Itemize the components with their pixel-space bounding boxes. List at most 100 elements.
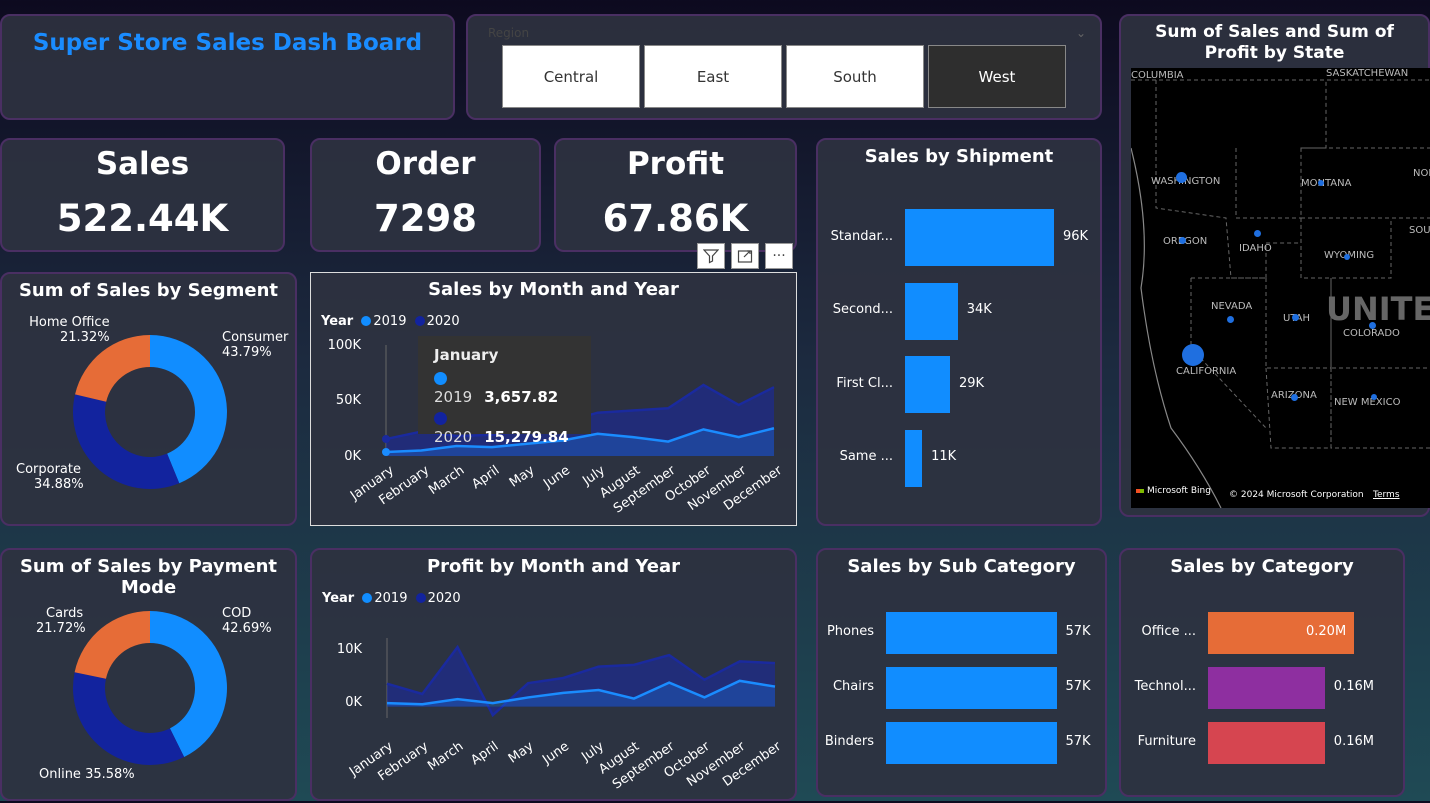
map-bubble[interactable] xyxy=(1254,230,1261,237)
payment-label-cod: COD 42.69% xyxy=(222,606,272,636)
region-south-button[interactable]: South xyxy=(786,45,924,108)
bar-category-label: Binders xyxy=(824,734,874,749)
bar[interactable] xyxy=(905,209,1054,266)
bar-value-label: 57K xyxy=(1065,734,1091,749)
more-options-icon[interactable]: ··· xyxy=(765,243,793,269)
bar-value-label: 57K xyxy=(1065,679,1091,694)
map-title: Sum of Sales and Sum of Profit by State xyxy=(1155,22,1394,63)
map-label: IDAHO xyxy=(1239,243,1272,254)
hover-point-2020[interactable] xyxy=(382,435,390,443)
bar-value-label: 0.16M xyxy=(1333,679,1374,694)
map-bubble[interactable] xyxy=(1182,344,1204,366)
map-terms-link[interactable]: Terms xyxy=(1373,490,1400,500)
shipment-title: Sales by Shipment xyxy=(864,146,1054,167)
bing-logo: Microsoft Bing xyxy=(1136,486,1211,496)
bar-value-label: 11K xyxy=(931,449,957,464)
payment-card: Sum of Sales by Payment Mode COD 42.69% C… xyxy=(0,548,297,801)
bar-category-label: Office ... xyxy=(1141,624,1196,639)
map-borders xyxy=(1131,79,1430,508)
sales-month-card: Sales by Month and Year Year 2019 2020 1… xyxy=(310,272,797,526)
tooltip-row-2020: 2020 15,279.84 xyxy=(434,410,575,446)
donut-slice-online[interactable] xyxy=(72,672,185,765)
bar-value-label: 96K xyxy=(1063,228,1089,244)
region-west-button[interactable]: West xyxy=(928,45,1066,108)
subcat-title: Sales by Sub Category xyxy=(847,556,1076,577)
bar-value-label: 29K xyxy=(959,375,985,391)
bar-category-label: Furniture xyxy=(1137,734,1196,749)
map-label: MONTANA xyxy=(1301,178,1352,189)
bar[interactable] xyxy=(905,282,958,340)
payment-label-online: Online 35.58% xyxy=(39,767,135,782)
map-label: CALIFORNIA xyxy=(1176,366,1237,377)
payment-label-cards: Cards 21.72% xyxy=(36,606,86,636)
shipment-card: Sales by Shipment Standar... 96K Second...… xyxy=(816,138,1102,526)
bar-category-label: Phones xyxy=(826,624,874,639)
map-label: NORT xyxy=(1413,168,1430,179)
map-label: SASKATCHEWAN xyxy=(1326,68,1409,79)
tooltip-row-2019: 2019 3,657.82 xyxy=(434,370,575,406)
map-bubble[interactable] xyxy=(1291,394,1298,401)
bar-category-label: First Cl... xyxy=(836,375,893,391)
map-bubble[interactable] xyxy=(1292,314,1299,321)
map-label: NEW MEXICO xyxy=(1334,397,1401,408)
region-slicer: Region ⌄ Central East South West xyxy=(466,14,1102,120)
bar[interactable] xyxy=(886,667,1057,709)
map-label: SOUT xyxy=(1409,225,1430,236)
map-label: NEVADA xyxy=(1211,301,1253,312)
map-bubble[interactable] xyxy=(1176,172,1187,183)
map-bubble[interactable] xyxy=(1227,316,1234,323)
bar-category-label: Second... xyxy=(832,302,893,317)
category-card: Sales by Category Office ... 0.20M Technol… xyxy=(1119,548,1405,797)
bar-category-label: Standar... xyxy=(830,228,893,244)
bar[interactable] xyxy=(1208,722,1325,764)
segment-label-consumer: Consumer 43.79% xyxy=(222,330,289,360)
category-title: Sales by Category xyxy=(1170,556,1354,577)
bar[interactable] xyxy=(886,722,1057,764)
bar[interactable] xyxy=(905,429,923,487)
map-label: COLUMBIA xyxy=(1131,70,1184,81)
kpi-profit-value: 67.86K xyxy=(602,197,749,240)
map-bubble[interactable] xyxy=(1369,322,1376,329)
region-central-button[interactable]: Central xyxy=(502,45,640,108)
title-card: Super Store Sales Dash Board xyxy=(0,14,455,120)
map-bubble[interactable] xyxy=(1344,254,1350,260)
map-copyright: © 2024 Microsoft Corporation xyxy=(1229,490,1364,500)
donut-slice-corporate[interactable] xyxy=(73,394,180,489)
bar-value-label: 57K xyxy=(1065,624,1091,639)
map-bubble[interactable] xyxy=(1179,237,1186,244)
state-map[interactable]: COLUMBIA SASKATCHEWAN WASHINGTON MONTANA… xyxy=(1131,68,1430,508)
map-bubble[interactable] xyxy=(1318,180,1324,186)
slicer-title: Region xyxy=(488,26,530,40)
kpi-profit-label: Profit xyxy=(626,146,725,182)
kpi-order-label: Order xyxy=(375,146,476,182)
bar-category-label: Technol... xyxy=(1134,679,1196,694)
filter-icon[interactable] xyxy=(697,243,725,269)
hover-point-2019[interactable] xyxy=(382,448,390,456)
kpi-sales-value: 522.44K xyxy=(56,197,229,240)
segment-label-home-office: Home Office 21.32% xyxy=(29,315,110,345)
bar[interactable] xyxy=(886,612,1057,654)
map-card: Sum of Sales and Sum of Profit by State … xyxy=(1119,14,1430,517)
bar-category-label: Same ... xyxy=(839,449,893,464)
donut-slice-home-office[interactable] xyxy=(75,335,150,402)
page-title: Super Store Sales Dash Board xyxy=(32,30,423,56)
tooltip-title: January xyxy=(434,346,499,364)
payment-donut xyxy=(72,611,228,765)
map-label: UNITE xyxy=(1326,290,1430,328)
kpi-profit-card: Profit 67.86K xyxy=(554,138,797,252)
bar[interactable] xyxy=(1208,667,1325,709)
bar-value-label: 0.16M xyxy=(1333,734,1374,749)
profit-month-card: Profit by Month and Year Year 2019 2020 … xyxy=(310,548,797,801)
donut-slice-cards[interactable] xyxy=(74,611,150,679)
chevron-down-icon[interactable]: ⌄ xyxy=(1076,26,1086,40)
subcat-card: Sales by Sub Category Phones 57K Chairs 57K… xyxy=(816,548,1107,797)
bar[interactable] xyxy=(905,356,950,413)
bar-category-label: Chairs xyxy=(832,679,874,694)
region-east-button[interactable]: East xyxy=(644,45,782,108)
focus-mode-icon[interactable] xyxy=(731,243,759,269)
kpi-order-card: Order 7298 xyxy=(310,138,541,252)
map-bubble[interactable] xyxy=(1371,394,1377,400)
chart-tooltip: January 2019 3,657.82 2020 15,279.84 xyxy=(418,336,591,446)
kpi-sales-card: Sales 522.44K xyxy=(0,138,285,252)
segment-card: Sum of Sales by Segment Consumer 43.79% H… xyxy=(0,272,297,526)
